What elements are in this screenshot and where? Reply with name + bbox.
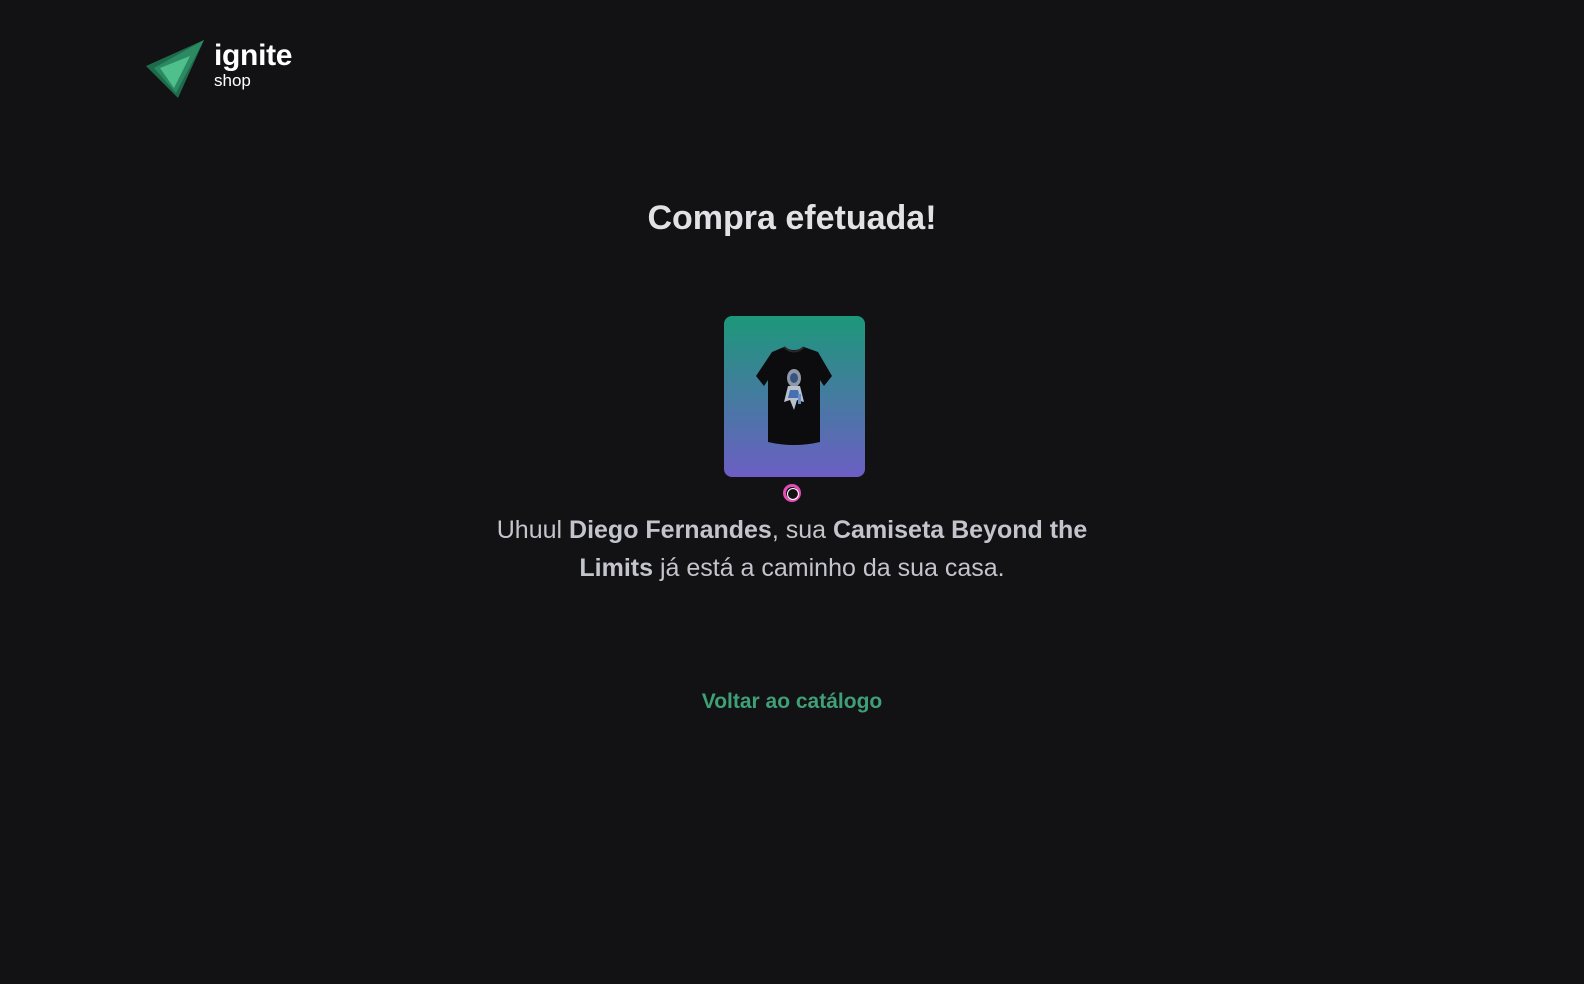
- success-message: Uhuul Diego Fernandes, sua Camiseta Beyo…: [472, 511, 1112, 587]
- message-middle: , sua: [771, 516, 833, 544]
- message-suffix: já está a caminho da sua casa.: [653, 554, 1005, 582]
- triangle-logo-icon: [146, 40, 204, 98]
- logo[interactable]: ignite shop: [146, 38, 293, 100]
- back-link-container: Voltar ao catálogo: [0, 688, 1584, 716]
- message-prefix: Uhuul: [496, 516, 570, 544]
- product-image: [724, 316, 865, 477]
- tshirt-icon: [756, 346, 832, 445]
- cursor-indicator: [783, 484, 801, 502]
- logo-subtitle: shop: [214, 71, 251, 90]
- logo-text: ignite shop: [214, 38, 293, 90]
- success-page: ignite shop Compra efetuada! Uhuul Diego…: [0, 0, 1584, 984]
- page-title: Compra efetuada!: [647, 199, 937, 237]
- logo-title: ignite: [214, 39, 293, 72]
- back-to-catalog-link[interactable]: Voltar ao catálogo: [702, 690, 882, 713]
- customer-name: Diego Fernandes: [569, 516, 772, 544]
